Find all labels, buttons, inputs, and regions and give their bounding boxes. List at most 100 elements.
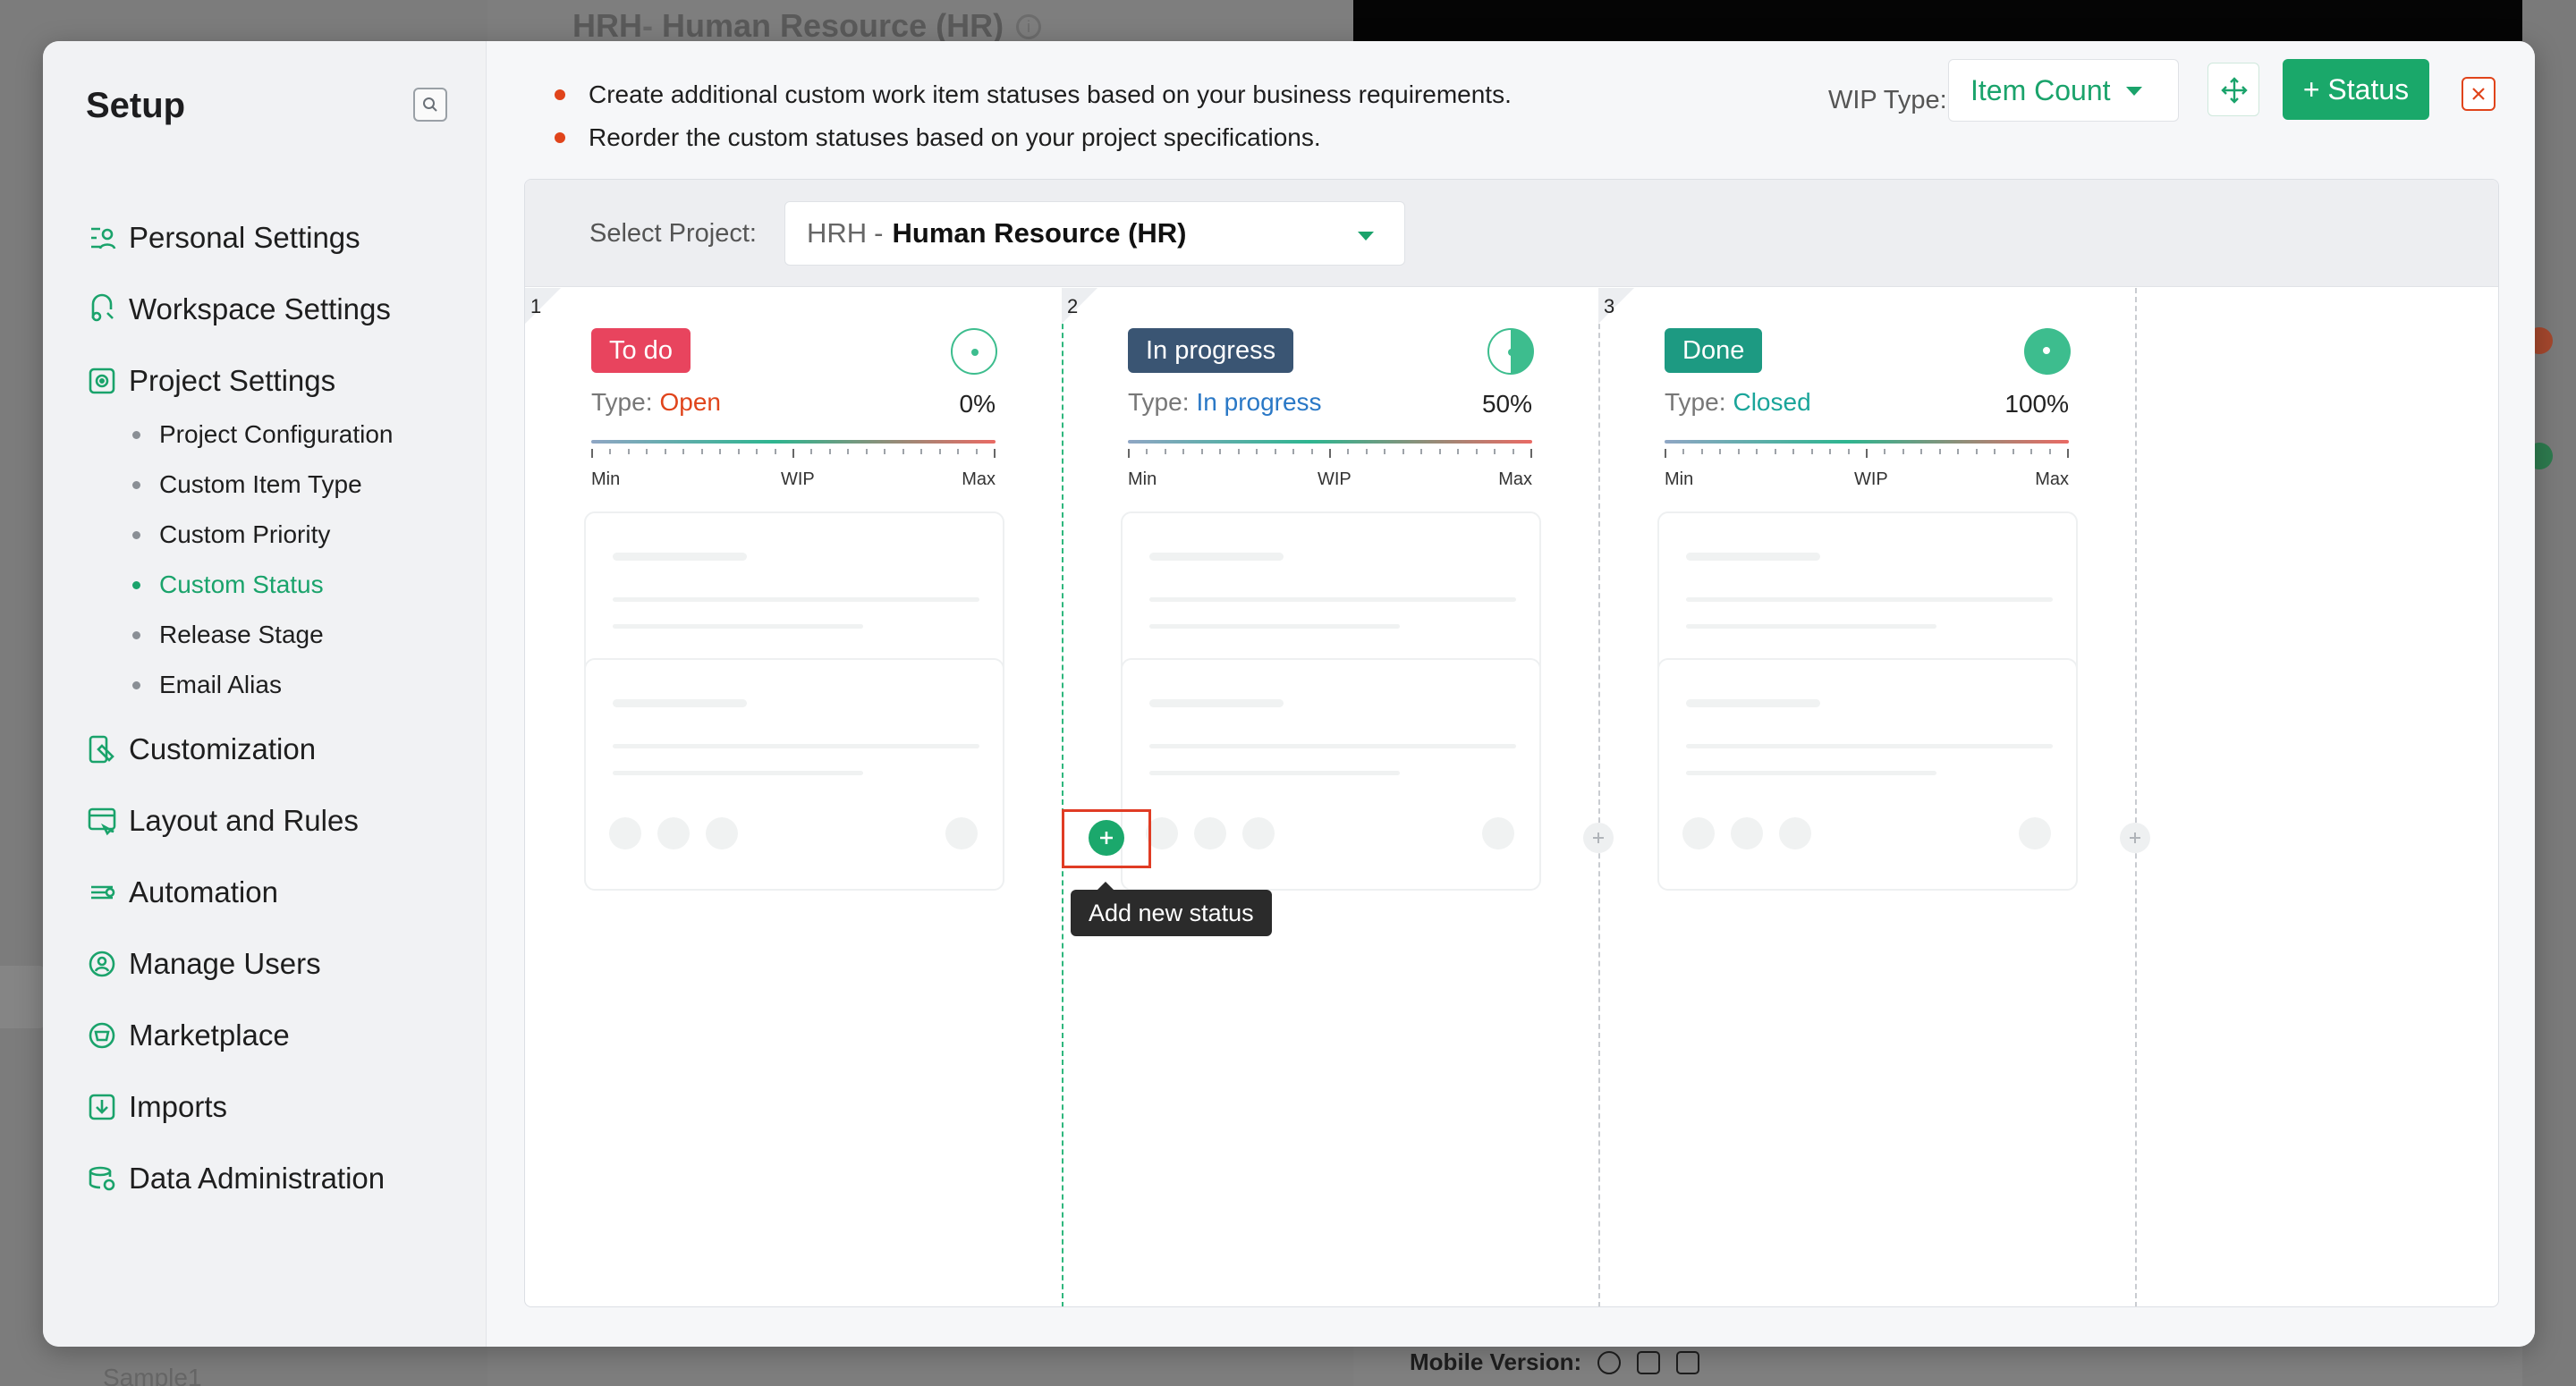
add-status-button[interactable]: + Status — [2283, 59, 2429, 120]
status-column: 3DoneType:Closed100%MinWIPMaxEditDelete — [1598, 288, 2135, 1306]
wip-type-dropdown[interactable]: Item Count — [1948, 59, 2179, 122]
status-type-value: Closed — [1733, 388, 1811, 416]
project-dropdown[interactable]: HRH - Human Resource (HR) — [784, 201, 1405, 266]
sidebar-subitem-custom-item-type[interactable]: Custom Item Type — [43, 460, 469, 510]
data-administration-icon — [89, 1166, 115, 1191]
column-index: 3 — [1604, 295, 1615, 317]
play-store-icon[interactable] — [1637, 1350, 1661, 1374]
add-new-status-tooltip: Add new status — [1071, 882, 1272, 936]
sidebar-item-label: Automation — [129, 875, 278, 909]
status-column: 1To doType:Open0%MinWIPMaxEditDelete — [525, 288, 1062, 1306]
status-board: Select Project: HRH - Human Resource (HR… — [524, 179, 2499, 1307]
project-name: Human Resource (HR) — [892, 217, 1187, 249]
custom-status-main: Create additional custom work item statu… — [487, 41, 2535, 1347]
search-icon — [423, 97, 437, 112]
sidebar-item-label: Customization — [129, 732, 317, 765]
sidebar-subitem-custom-priority[interactable]: Custom Priority — [43, 510, 469, 560]
status-type-value: Open — [659, 388, 721, 416]
sidebar-item-label: Imports — [129, 1090, 228, 1123]
sidebar-item-workspace-settings[interactable]: Workspace Settings — [84, 274, 469, 345]
marketplace-icon — [89, 1022, 115, 1049]
sidebar-item-imports[interactable]: Imports — [84, 1071, 469, 1143]
status-type: Type: Closed — [1665, 388, 1811, 417]
status-type-value: In progress — [1196, 388, 1322, 416]
sidebar-item-data-administration[interactable]: Data Administration — [84, 1143, 469, 1214]
slider-wip-label: WIP — [1318, 469, 1352, 489]
sidebar-item-label: Personal Settings — [129, 221, 360, 254]
sidebar-subitem-project-configuration[interactable]: Project Configuration — [43, 410, 469, 460]
sidebar-subitem-custom-status[interactable]: Custom Status — [43, 560, 469, 610]
sidebar-subitem-label: Release Stage — [159, 621, 324, 648]
progress-ring-icon — [2024, 328, 2071, 375]
status-badge: Done — [1665, 328, 1763, 373]
add-new-status-button[interactable] — [1089, 820, 1124, 856]
sidebar-item-project-settings[interactable]: Project Settings — [84, 345, 469, 417]
sidebar-item-layout-and-rules[interactable]: Layout and Rules — [84, 785, 469, 857]
background-sample-label: Sample1 — [103, 1364, 202, 1386]
qr-code-icon[interactable] — [1676, 1350, 1700, 1374]
wip-slider-ticks — [591, 449, 996, 458]
apple-icon[interactable] — [1597, 1350, 1622, 1374]
wip-type-label: WIP Type: — [1828, 86, 1947, 114]
placeholder-card — [1657, 658, 2078, 891]
sidebar-item-manage-users[interactable]: Manage Users — [84, 928, 469, 1000]
sidebar-item-personal-settings[interactable]: Personal Settings — [84, 202, 469, 274]
instruction-item: Reorder the custom statuses based on you… — [555, 116, 1512, 159]
placeholder-card — [584, 658, 1004, 891]
status-type: Type: Open — [591, 388, 721, 417]
slider-max-label: Max — [1498, 469, 1532, 489]
sidebar-subitem-release-stage[interactable]: Release Stage — [43, 610, 469, 660]
instruction-item: Create additional custom work item statu… — [555, 73, 1512, 116]
slider-wip-label: WIP — [781, 469, 815, 489]
automation-icon — [91, 885, 115, 900]
manage-users-icon — [89, 951, 115, 977]
mobile-version-label: Mobile Version: — [1410, 1348, 1582, 1375]
background-project-title: HRH- Human Resource (HR) — [572, 7, 1004, 44]
slider-max-label: Max — [2035, 469, 2069, 489]
sidebar-item-label: Project Settings — [129, 364, 336, 397]
add-new-status-button[interactable] — [1583, 823, 1614, 853]
setup-sidebar: Setup Personal Settings Workspace Settin… — [43, 41, 487, 1347]
sidebar-search-button[interactable] — [413, 88, 447, 122]
sidebar-subitem-label: Custom Priority — [159, 520, 331, 548]
slider-min-label: Min — [1128, 469, 1157, 489]
column-index: 1 — [530, 295, 542, 317]
wip-slider[interactable] — [591, 440, 996, 444]
status-type-label: Type: — [1665, 388, 1726, 416]
slider-wip-label: WIP — [1854, 469, 1888, 489]
sidebar-item-label: Layout and Rules — [129, 804, 359, 837]
status-badge: In progress — [1128, 328, 1294, 373]
column-index: 2 — [1067, 295, 1079, 317]
column-divider — [2135, 288, 2137, 1306]
sidebar-item-marketplace[interactable]: Marketplace — [84, 1000, 469, 1071]
slider-min-label: Min — [591, 469, 621, 489]
customization-icon — [89, 735, 114, 764]
sidebar-subitem-label: Custom Item Type — [159, 470, 362, 498]
setup-modal: Setup Personal Settings Workspace Settin… — [43, 41, 2535, 1347]
sidebar-item-customization[interactable]: Customization — [84, 714, 469, 785]
progress-ring-icon — [951, 328, 997, 375]
wip-slider[interactable] — [1128, 440, 1532, 444]
close-icon — [2472, 88, 2485, 100]
slider-min-label: Min — [1665, 469, 1694, 489]
reorder-button[interactable] — [2207, 63, 2259, 116]
wip-type-value: Item Count — [1970, 73, 2111, 106]
wip-slider-ticks — [1128, 449, 1532, 458]
imports-icon — [89, 1094, 115, 1120]
project-code: HRH — [807, 217, 868, 249]
sidebar-subitem-email-alias[interactable]: Email Alias — [43, 660, 469, 710]
close-button[interactable] — [2462, 77, 2496, 111]
status-column: 2 In progress Type: In progress 50% Min WIP Max… — [1062, 288, 1598, 1306]
status-type-label: Type: — [591, 388, 653, 416]
progress-ring-icon — [1487, 328, 1534, 375]
wip-slider[interactable] — [1665, 440, 2069, 444]
mobile-version-bar: Mobile Version: — [1410, 1348, 1700, 1376]
wip-slider-ticks — [1665, 449, 2069, 458]
add-new-status-button[interactable] — [2120, 823, 2150, 853]
status-type: Type: In progress — [1128, 388, 1322, 417]
sidebar-item-automation[interactable]: Automation — [84, 857, 469, 928]
sidebar-item-label: Marketplace — [129, 1018, 290, 1052]
sidebar-nav: Personal Settings Workspace Settings Pro… — [84, 202, 469, 1214]
plus-icon — [1593, 832, 1604, 843]
workspace-settings-icon — [91, 293, 114, 322]
